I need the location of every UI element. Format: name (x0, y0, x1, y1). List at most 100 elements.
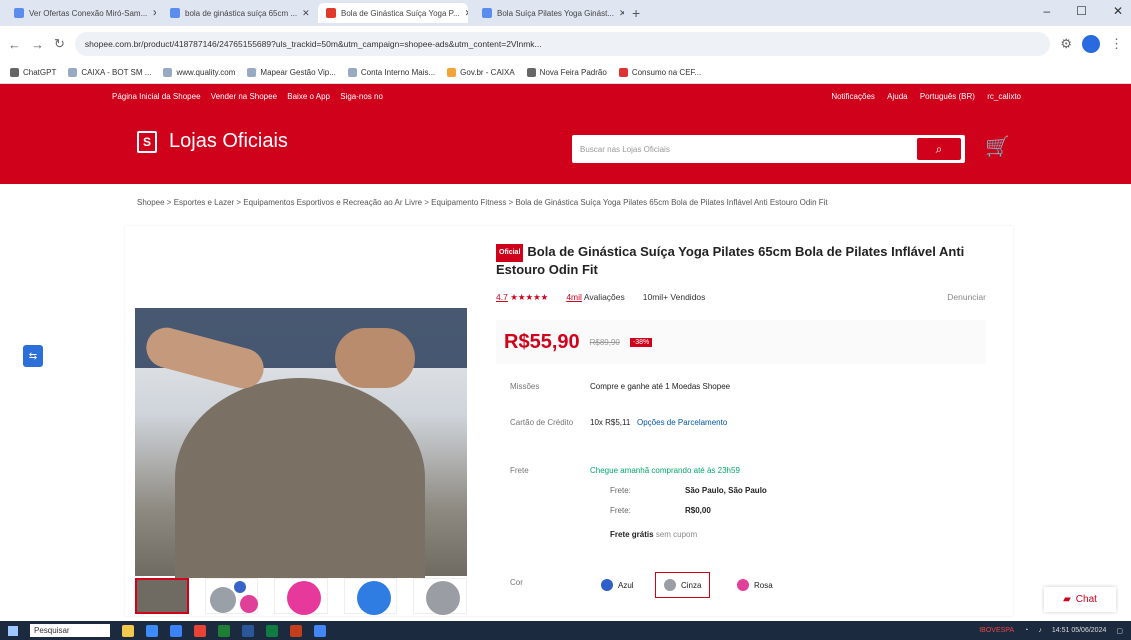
bookmark-item[interactable]: Consumo na CEF... (618, 68, 701, 77)
app-icon[interactable] (194, 624, 206, 637)
reviews-count[interactable]: 4mil (566, 292, 582, 302)
new-tab-icon[interactable]: + (632, 5, 640, 21)
browser-tab-4[interactable]: Bola Suíça Pilates Yoga Ginást... ✕ (474, 3, 624, 23)
cart-icon[interactable]: 🛒 (985, 134, 1010, 159)
missions-label: Missões (510, 382, 540, 391)
product-title-text: Bola de Ginástica Suíça Yoga Pilates 65c… (496, 244, 965, 277)
thumbnail[interactable] (135, 578, 189, 614)
language-link[interactable]: Português (BR) (920, 92, 975, 101)
maximize-icon[interactable]: ☐ (1076, 4, 1087, 18)
reload-icon[interactable]: ↻ (54, 36, 65, 52)
tab-favicon (14, 8, 24, 18)
topnav-link[interactable]: Vender na Shopee (211, 92, 277, 101)
thumbnail[interactable] (413, 578, 468, 615)
search-input[interactable]: Buscar nas Lojas Oficiais ⌕ (572, 135, 965, 163)
bookmark-item[interactable]: Mapear Gestão Vip... (247, 68, 336, 77)
app-icon[interactable] (314, 624, 326, 637)
official-badge: Oficial (496, 244, 524, 262)
product-main-image[interactable] (135, 308, 467, 578)
tab-label: bola de ginástica suíça 65cm ... (185, 8, 298, 18)
bookmark-item[interactable]: Conta Interno Mais... (347, 68, 436, 77)
browser-tab-2[interactable]: bola de ginástica suíça 65cm ... ✕ (162, 3, 312, 23)
chat-button[interactable]: ▰ Chat (1044, 587, 1116, 612)
taskbar-search[interactable]: Pesquisar (30, 624, 110, 637)
color-option-cinza[interactable]: Cinza (655, 572, 711, 598)
search-icon: ⌕ (935, 141, 943, 156)
app-icon[interactable] (290, 624, 302, 637)
app-icon[interactable] (170, 624, 182, 637)
shipping-label: Frete (510, 466, 529, 475)
widget-icon[interactable] (122, 624, 134, 637)
forward-icon[interactable]: → (31, 37, 44, 52)
bookmark-label: Nova Feira Padrão (539, 68, 607, 77)
missions-row: Missões Compre e ganhe até 1 Moedas Shop… (510, 382, 730, 391)
url-input[interactable]: shopee.com.br/product/418787146/24765155… (74, 32, 1051, 56)
report-link[interactable]: Denunciar (947, 292, 986, 303)
url-text: shopee.com.br/product/418787146/24765155… (84, 39, 542, 49)
ball-graphic (356, 581, 391, 615)
wifi-icon[interactable]: ◔ (1024, 627, 1028, 634)
ball-graphic (287, 581, 322, 615)
app-icon[interactable] (146, 624, 158, 637)
address-bar: ← → ↻ shopee.com.br/product/418787146/24… (0, 26, 1131, 62)
close-window-icon[interactable]: ✕ (1113, 4, 1123, 18)
rating-row: 4.7 ★★★★★ 4mil Avaliações 10mil+ Vendido… (496, 292, 986, 303)
installment-link[interactable]: Opções de Parcelamento (637, 418, 727, 427)
browser-tab-1[interactable]: Ver Ofertas Conexão Miró-Sam... ✕ (6, 3, 156, 23)
missions-value[interactable]: Compre e ganhe até 1 Moedas Shopee (590, 382, 730, 391)
os-taskbar: Pesquisar IBOVESPA ◔ ♪ 14:51 05/06/2024 … (0, 621, 1131, 640)
translate-icon[interactable]: ⇆ (23, 345, 43, 367)
close-icon[interactable]: ✕ (619, 8, 624, 19)
minimize-icon[interactable]: – (1043, 4, 1050, 18)
topnav-link[interactable]: Página Inicial da Shopee (112, 92, 201, 101)
close-icon[interactable]: ✕ (152, 8, 156, 19)
username-link[interactable]: rc_calixto (987, 92, 1021, 101)
windows-start-icon[interactable] (8, 625, 18, 636)
bookmark-label: Conta Interno Mais... (360, 68, 436, 77)
app-icon[interactable] (218, 624, 230, 637)
color-option-label: Rosa (754, 580, 773, 590)
ticker-label[interactable]: IBOVESPA (979, 627, 1014, 634)
bookmark-item[interactable]: ChatGPT (10, 68, 56, 77)
close-icon[interactable]: ✕ (302, 8, 310, 19)
shipping-dest-value[interactable]: São Paulo, São Paulo (685, 486, 767, 495)
thumbnail[interactable] (204, 578, 259, 614)
shipping-dest-label: Frete: (610, 486, 631, 495)
color-swatch (737, 579, 749, 591)
menu-icon[interactable]: ⋮ (1110, 36, 1123, 52)
clock[interactable]: 14:51 05/06/2024 (1052, 627, 1107, 634)
app-icon[interactable] (266, 624, 278, 637)
shipping-row: Frete Chegue amanhã comprando até às 23h… (510, 466, 740, 475)
brand-logo[interactable]: S Lojas Oficiais (137, 130, 288, 153)
system-tray: IBOVESPA ◔ ♪ 14:51 05/06/2024 ▢ (979, 627, 1123, 635)
close-icon[interactable]: ✕ (465, 8, 468, 19)
topnav-link[interactable]: Siga-nos no (340, 92, 383, 101)
thumbnail[interactable] (343, 578, 398, 615)
notification-icon[interactable]: ▢ (1116, 627, 1123, 635)
breadcrumb[interactable]: Shopee > Esportes e Lazer > Equipamentos… (137, 198, 828, 207)
volume-icon[interactable]: ♪ (1038, 627, 1042, 634)
rating-value[interactable]: 4.7 (496, 292, 508, 302)
back-icon[interactable]: ← (8, 37, 21, 52)
discount-badge: -38% (629, 337, 653, 347)
bookmark-item[interactable]: Gov.br - CAIXA (447, 68, 515, 77)
taskbar-search-label: Pesquisar (34, 626, 70, 635)
profile-avatar[interactable] (1082, 35, 1100, 53)
thumbnail[interactable] (274, 578, 328, 615)
color-option-rosa[interactable]: Rosa (728, 572, 782, 598)
color-option-azul[interactable]: Azul (592, 572, 643, 598)
shipping-cost-value[interactable]: R$0,00 (685, 506, 711, 515)
browser-tab-3[interactable]: Bola de Ginástica Suíça Yoga P... ✕ (318, 3, 468, 23)
free-shipping: Frete grátis sem cupom (610, 530, 697, 539)
help-link[interactable]: Ajuda (887, 92, 907, 101)
clock-date: 05/06/2024 (1071, 627, 1107, 634)
bookmark-label: www.quality.com (176, 68, 236, 77)
notifications-link[interactable]: Notificações (831, 92, 875, 101)
topnav-link[interactable]: Baixe o App (287, 92, 330, 101)
app-icon[interactable] (242, 624, 254, 637)
bookmark-item[interactable]: Nova Feira Padrão (526, 68, 607, 77)
extensions-icon[interactable]: ⚙ (1060, 36, 1072, 52)
bookmark-item[interactable]: CAIXA - BOT SM ... (68, 68, 151, 77)
bookmark-item[interactable]: www.quality.com (163, 68, 235, 77)
search-button[interactable]: ⌕ (917, 138, 961, 160)
